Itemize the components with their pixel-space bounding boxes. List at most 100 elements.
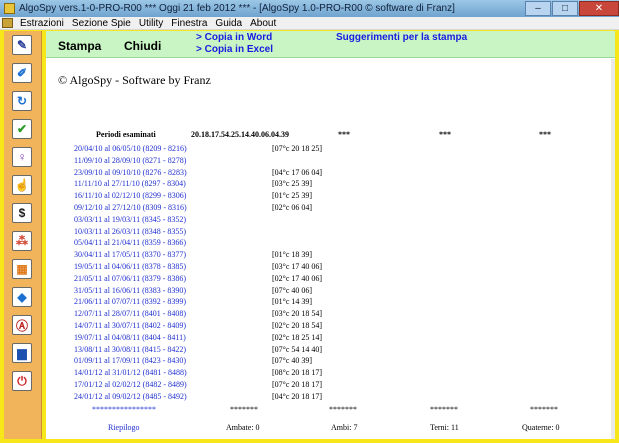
report-toolbar: Stampa Chiudi > Copia in Word > Copia in…	[46, 31, 615, 58]
valore-cell: [07°c 20 18 17]	[272, 380, 323, 389]
periodo-cell[interactable]: 19/07/11 al 04/08/11 (8404 - 8411)	[74, 333, 186, 342]
valore-cell: [02°c 17 40 06]	[272, 273, 323, 283]
copyright-text: © AlgoSpy - Software by Franz	[58, 73, 211, 87]
stampa-button[interactable]: Stampa	[58, 39, 101, 53]
footer-stars-3: *******	[430, 405, 458, 414]
valore-cell: [02°c 20 18 54]	[272, 321, 323, 330]
periodo-cell[interactable]: 20/04/10 al 06/05/10 (8209 - 8216)	[74, 144, 187, 153]
riepilogo-link[interactable]: Riepilogo	[108, 423, 140, 432]
menu-estrazioni[interactable]: Estrazioni	[16, 18, 68, 29]
periodo-cell[interactable]: 24/01/12 al 09/02/12 (8485 - 8492)	[74, 392, 187, 401]
copia-excel-link[interactable]: > Copia in Excel	[196, 44, 273, 55]
header-col5: ***	[539, 130, 551, 139]
valore-cell: [07°c 20 18 25]	[272, 144, 323, 153]
window-title: AlgoSpy vers.1-0-PRO-R00 *** Oggi 21 feb…	[19, 3, 455, 14]
valore-cell: [01°c 14 39]	[272, 297, 313, 307]
quaterne-count: Quaterne: 0	[522, 423, 560, 432]
table-row: 09/12/10 al 27/12/10 (8309 - 8316) [02°c …	[46, 203, 615, 214]
table-row: 01/09/11 al 17/09/11 (8423 - 8430) [07°c …	[46, 356, 615, 367]
document-icon[interactable]	[2, 18, 13, 28]
report-panel: Stampa Chiudi > Copia in Word > Copia in…	[46, 31, 615, 439]
periodo-cell[interactable]: 23/09/10 al 09/10/10 (8276 - 8283)	[74, 168, 187, 177]
periodo-cell[interactable]: 12/07/11 al 28/07/11 (8401 - 8408)	[74, 309, 186, 318]
periodo-cell[interactable]: 05/04/11 al 21/04/11 (8359 - 8366)	[74, 238, 186, 247]
footer-stars-4: *******	[530, 405, 558, 414]
table-row: 05/04/11 al 21/04/11 (8359 - 8366)	[46, 238, 615, 249]
periodo-cell[interactable]: 10/03/11 al 26/03/11 (8348 - 8355)	[74, 227, 186, 236]
periodo-cell[interactable]: 14/01/12 al 31/01/12 (8481 - 8488)	[74, 368, 187, 377]
valore-cell: [07°c 40 06]	[272, 285, 313, 295]
periodo-cell[interactable]: 01/09/11 al 17/09/11 (8423 - 8430)	[74, 356, 186, 365]
periodo-cell[interactable]: 09/12/10 al 27/12/10 (8309 - 8316)	[74, 203, 187, 212]
valore-cell: [04°c 20 18 17]	[272, 391, 323, 401]
menu-utility[interactable]: Utility	[135, 18, 167, 29]
check-icon[interactable]: ✔	[12, 119, 32, 139]
footer-stars-1: *******	[230, 405, 258, 414]
edit-icon[interactable]: ✐	[12, 63, 32, 83]
valore-cell: [03°c 17 40 06]	[272, 262, 323, 271]
periodo-cell[interactable]: 13/08/11 al 30/08/11 (8415 - 8422)	[74, 345, 186, 354]
valore-cell: [01°c 25 39]	[272, 191, 313, 201]
periodo-cell[interactable]: 19/05/11 al 04/06/11 (8378 - 8385)	[74, 262, 186, 271]
header-periodi: Periodi esaminati	[96, 130, 156, 139]
table-row: 13/08/11 al 30/08/11 (8415 - 8422) [07°c …	[46, 345, 615, 356]
periodo-cell[interactable]: 14/07/11 al 30/07/11 (8402 - 8409)	[74, 321, 186, 330]
minimize-button[interactable]: ‒	[525, 1, 551, 16]
pencil-icon[interactable]: ✎	[12, 35, 32, 55]
valore-cell: [03°c 20 18 54]	[272, 309, 323, 319]
grid-icon[interactable]: ▦	[12, 259, 32, 279]
copia-word-link[interactable]: > Copia in Word	[196, 32, 272, 43]
periodo-cell[interactable]: 21/06/11 al 07/07/11 (8392 - 8399)	[74, 297, 186, 306]
drop-icon[interactable]: ◆	[12, 287, 32, 307]
maximize-button[interactable]: □	[552, 1, 578, 16]
report-content: © AlgoSpy - Software by Franz Periodi es…	[46, 59, 615, 439]
chiudi-button[interactable]: Chiudi	[124, 39, 161, 53]
valore-cell: [04°c 17 06 04]	[272, 167, 323, 177]
table-row: 11/09/10 al 28/09/10 (8271 - 8278)	[46, 156, 615, 167]
table-row: 31/05/11 al 16/06/11 (8383 - 8390) [07°c …	[46, 286, 615, 297]
suggerimenti-link[interactable]: Suggerimenti per la stampa	[336, 32, 467, 43]
periodo-cell[interactable]: 03/03/11 al 19/03/11 (8345 - 8352)	[74, 215, 186, 224]
periodo-cell[interactable]: 16/11/10 al 02/12/10 (8299 - 8306)	[74, 191, 186, 200]
periodo-cell[interactable]: 30/04/11 al 17/05/11 (8370 - 8377)	[74, 250, 186, 259]
power-icon[interactable]: ⏻	[12, 371, 32, 391]
header-col3: ***	[338, 130, 350, 139]
periodo-cell[interactable]: 17/01/12 al 02/02/12 (8482 - 8489)	[74, 380, 187, 389]
valore-cell: [01°c 18 39]	[272, 250, 313, 260]
menu-bar: Estrazioni Sezione Spie Utility Finestra…	[0, 17, 619, 30]
periodo-cell[interactable]: 31/05/11 al 16/06/11 (8383 - 8390)	[74, 286, 186, 295]
table-row: 17/01/12 al 02/02/12 (8482 - 8489) [07°c …	[46, 380, 615, 391]
title-bar: AlgoSpy vers.1-0-PRO-R00 *** Oggi 21 feb…	[0, 0, 619, 17]
close-button[interactable]: ✕	[579, 1, 619, 16]
refresh-icon[interactable]: ↻	[12, 91, 32, 111]
header-col4: ***	[439, 130, 451, 139]
book-icon[interactable]: ▆	[12, 343, 32, 363]
bulb-icon[interactable]: ♀	[12, 147, 32, 167]
footer-stars-2: *******	[329, 405, 357, 414]
footer-stars-blue: ****************	[92, 405, 156, 414]
menu-guida[interactable]: Guida	[211, 18, 246, 29]
ambi-count: Ambi: 7	[331, 423, 358, 432]
vertical-scrollbar[interactable]	[611, 59, 615, 439]
table-row: 14/01/12 al 31/01/12 (8481 - 8488) [08°c …	[46, 368, 615, 379]
menu-sezione-spie[interactable]: Sezione Spie	[68, 18, 135, 29]
terni-count: Terni: 11	[430, 423, 459, 432]
valore-cell: [07°c 40 39]	[272, 356, 313, 366]
menu-finestra[interactable]: Finestra	[167, 18, 211, 29]
table-row: 19/05/11 al 04/06/11 (8378 - 8385) [03°c …	[46, 262, 615, 273]
menu-about[interactable]: About	[246, 18, 280, 29]
table-row: 20/04/10 al 06/05/10 (8209 - 8216) [07°c …	[46, 144, 615, 155]
valore-cell: [02°c 18 25 14]	[272, 332, 323, 342]
periodo-cell[interactable]: 11/09/10 al 28/09/10 (8271 - 8278)	[74, 156, 186, 165]
a-icon[interactable]: Ⓐ	[12, 315, 32, 335]
periodo-cell[interactable]: 21/05/11 al 07/06/11 (8379 - 8386)	[74, 274, 186, 283]
table-row: 10/03/11 al 26/03/11 (8348 - 8355)	[46, 227, 615, 238]
table-row: 14/07/11 al 30/07/11 (8402 - 8409) [02°c …	[46, 321, 615, 332]
table-row: 03/03/11 al 19/03/11 (8345 - 8352)	[46, 215, 615, 226]
header-sequenza: 20.18.17.54.25.14.40.06.04.39	[191, 130, 289, 139]
money-icon[interactable]: $	[12, 203, 32, 223]
network-icon[interactable]: ⁂	[12, 231, 32, 251]
periodo-cell[interactable]: 11/11/10 al 27/11/10 (8297 - 8304)	[74, 179, 186, 188]
hand-icon[interactable]: ☝	[12, 175, 32, 195]
valore-cell: [03°c 25 39]	[272, 179, 313, 189]
